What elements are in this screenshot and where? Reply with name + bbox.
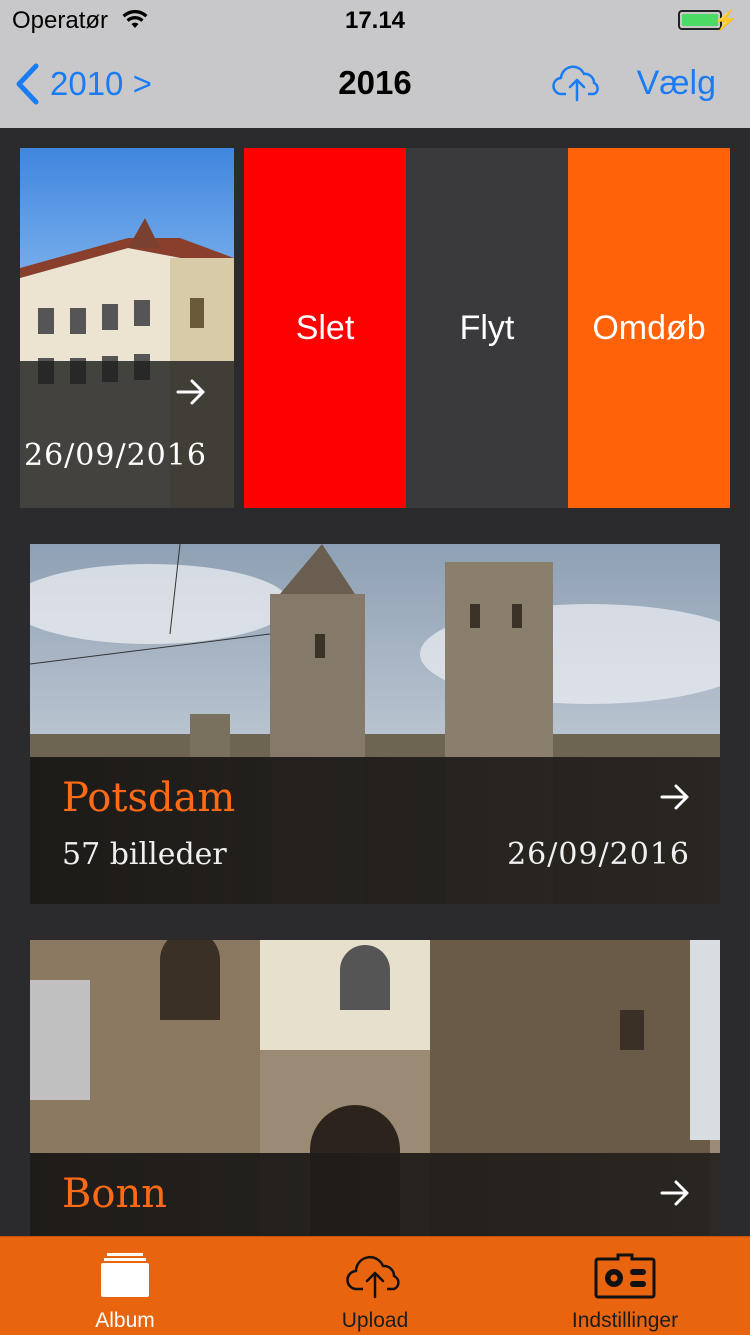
select-button[interactable]: Vælg xyxy=(637,64,716,103)
navigation-bar: 2010 > 2016 Vælg xyxy=(0,40,750,128)
tab-bar: Album Upload Indstillinger xyxy=(0,1236,750,1335)
album-stack-icon xyxy=(101,1253,149,1297)
swiped-album-row[interactable]: 26/09/2016 Slet Flyt Omdøb xyxy=(20,148,730,508)
tab-label: Album xyxy=(95,1309,155,1332)
album-date: 26/09/2016 xyxy=(507,837,690,872)
photo-count: 57 billeder xyxy=(62,837,227,872)
album-date: 26/09/2016 xyxy=(24,438,207,473)
album-info-panel: Bonn xyxy=(30,1153,720,1236)
arrow-right-icon xyxy=(660,784,689,810)
tab-settings[interactable]: Indstillinger xyxy=(500,1237,750,1335)
rename-button[interactable]: Omdøb xyxy=(568,148,730,508)
cloud-upload-icon xyxy=(552,65,599,102)
chevron-left-icon xyxy=(16,63,39,105)
charging-icon: ⚡ xyxy=(713,10,738,32)
delete-button[interactable]: Slet xyxy=(244,148,406,508)
arrow-right-icon xyxy=(176,379,205,405)
album-thumbnail[interactable]: 26/09/2016 xyxy=(20,148,234,508)
move-button[interactable]: Flyt xyxy=(406,148,568,508)
tab-album[interactable]: Album xyxy=(0,1237,250,1335)
status-bar: Operatør 17.14 ⚡ xyxy=(0,0,750,40)
album-card-potsdam[interactable]: Potsdam 57 billeder 26/09/2016 xyxy=(30,544,720,904)
tab-label: Upload xyxy=(341,1309,409,1332)
upload-button[interactable] xyxy=(552,60,602,109)
album-name: Bonn xyxy=(62,1171,167,1217)
back-label: 2010 > xyxy=(50,65,152,102)
arrow-right-icon xyxy=(660,1180,689,1206)
tab-upload[interactable]: Upload xyxy=(250,1237,500,1335)
album-info-panel: Potsdam 57 billeder 26/09/2016 xyxy=(30,757,720,904)
back-button[interactable]: 2010 > xyxy=(14,60,152,108)
album-card-bonn[interactable]: Bonn xyxy=(30,940,720,1236)
album-name: Potsdam xyxy=(62,775,236,821)
settings-gear-icon xyxy=(594,1253,656,1299)
cloud-upload-icon xyxy=(346,1255,400,1299)
tab-label: Indstillinger xyxy=(571,1309,679,1332)
clock: 17.14 xyxy=(344,7,406,34)
album-list[interactable]: 26/09/2016 Slet Flyt Omdøb Potsdam 57 bi… xyxy=(0,128,750,1236)
